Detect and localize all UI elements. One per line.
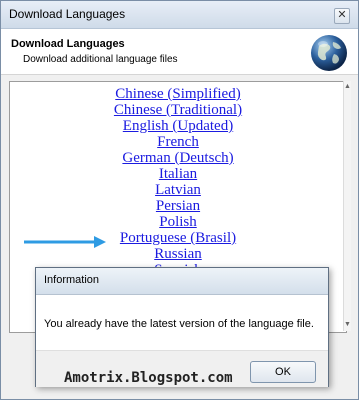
- window-title: Download Languages: [9, 7, 126, 21]
- watermark: Amotrix.Blogspot.com: [64, 370, 233, 386]
- header-subtitle: Download additional language files: [23, 54, 178, 65]
- ok-button[interactable]: OK: [250, 361, 316, 383]
- language-link-persian[interactable]: Persian: [10, 198, 346, 214]
- scroll-down-icon[interactable]: ▼: [344, 321, 351, 329]
- scroll-up-icon[interactable]: ▲: [344, 83, 351, 91]
- language-link-german[interactable]: German (Deutsch): [10, 150, 346, 166]
- language-link-chinese-simplified[interactable]: Chinese (Simplified): [10, 86, 346, 102]
- language-link-french[interactable]: French: [10, 134, 346, 150]
- vertical-scrollbar[interactable]: ▲ ▼: [343, 81, 351, 331]
- highlight-arrow-icon: [24, 236, 106, 248]
- language-link-italian[interactable]: Italian: [10, 166, 346, 182]
- window-titlebar: Download Languages ✕: [1, 1, 358, 29]
- information-dialog: Information You already have the latest …: [35, 267, 329, 387]
- dialog-title: Information: [44, 274, 100, 286]
- language-list: Chinese (Simplified) Chinese (Traditiona…: [10, 86, 346, 278]
- language-link-latvian[interactable]: Latvian: [10, 182, 346, 198]
- language-link-english-updated[interactable]: English (Updated): [10, 118, 346, 134]
- dialog-titlebar: Information: [36, 268, 328, 295]
- header-banner: Download Languages Download additional l…: [1, 29, 358, 75]
- language-link-chinese-traditional[interactable]: Chinese (Traditional): [10, 102, 346, 118]
- dialog-message: You already have the latest version of t…: [44, 318, 314, 330]
- close-icon: ✕: [337, 9, 347, 21]
- close-button[interactable]: ✕: [334, 8, 350, 24]
- language-link-polish[interactable]: Polish: [10, 214, 346, 230]
- globe-icon: [311, 35, 347, 71]
- header-title: Download Languages: [11, 38, 125, 50]
